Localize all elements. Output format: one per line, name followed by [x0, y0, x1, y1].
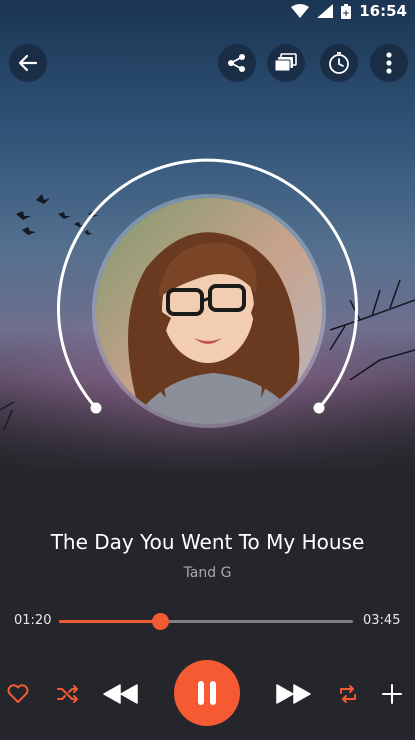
status-bar: + 16:54	[291, 0, 407, 22]
svg-text:+: +	[342, 9, 350, 19]
share-button[interactable]	[218, 44, 256, 82]
seek-bar[interactable]	[59, 613, 353, 630]
sleep-timer-button[interactable]	[320, 44, 358, 82]
repeat-icon	[340, 685, 356, 703]
queue-icon	[274, 53, 297, 72]
previous-icon	[103, 684, 138, 704]
share-icon	[228, 54, 245, 72]
status-time: 16:54	[359, 2, 407, 20]
next-icon	[276, 684, 311, 704]
shuffle-icon	[57, 685, 78, 703]
cell-signal-icon	[317, 4, 334, 18]
pause-icon	[198, 681, 216, 705]
seek-bar-progress	[59, 620, 161, 623]
more-options-button[interactable]	[370, 44, 408, 82]
next-button[interactable]	[274, 680, 314, 708]
sleep-mode-button[interactable]	[186, 49, 210, 73]
timer-icon	[329, 52, 349, 74]
more-vertical-icon	[386, 52, 392, 74]
total-duration: 03:45	[363, 613, 401, 628]
play-pause-button[interactable]	[174, 660, 240, 726]
repeat-button[interactable]	[336, 682, 360, 706]
back-button[interactable]	[9, 44, 47, 82]
sleep-moon-icon	[192, 50, 209, 66]
artist-name: Tand G	[183, 565, 232, 581]
wifi-icon	[291, 4, 310, 18]
favorite-heart-icon	[7, 684, 29, 703]
battery-icon: +	[341, 3, 352, 19]
queue-button[interactable]	[267, 44, 305, 82]
favorite-button[interactable]	[5, 682, 31, 706]
add-icon	[382, 684, 402, 704]
seek-bar-thumb[interactable]	[152, 613, 170, 630]
song-title: The Day You Went To My House	[50, 530, 365, 554]
add-to-playlist-button[interactable]	[380, 682, 404, 706]
back-arrow-icon	[18, 54, 38, 72]
ring-handle-right	[313, 402, 325, 414]
album-art	[92, 194, 326, 428]
elapsed-time: 01:20	[14, 613, 52, 628]
previous-button[interactable]	[100, 680, 140, 708]
album-art-image	[96, 198, 322, 424]
ring-handle-left	[90, 402, 102, 414]
shuffle-button[interactable]	[55, 682, 81, 706]
